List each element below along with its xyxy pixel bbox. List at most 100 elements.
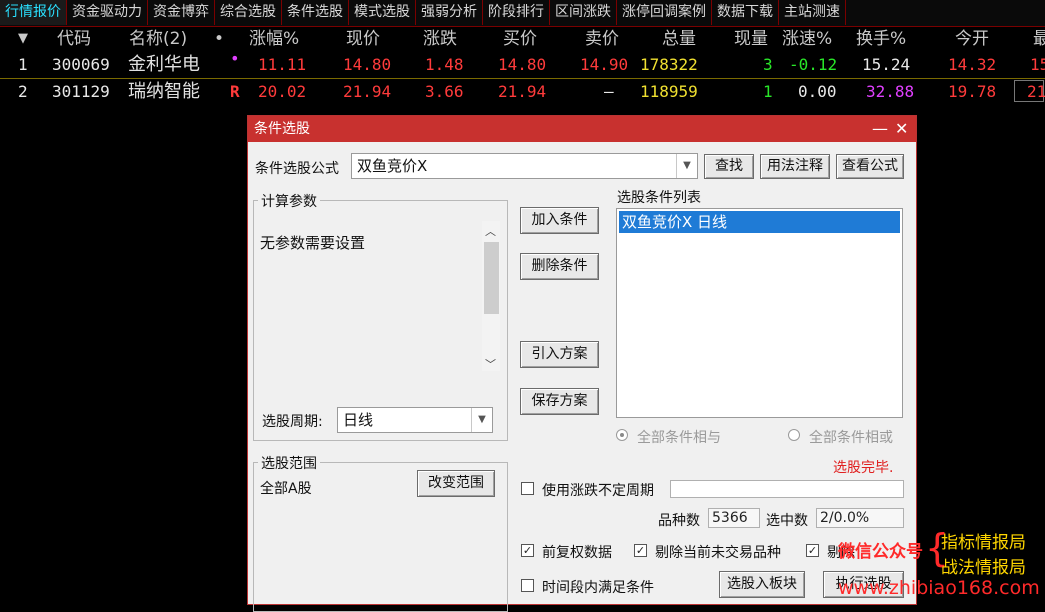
tab-item[interactable]: 强弱分析 bbox=[416, 0, 483, 25]
quote-table-header: ▼ 代码 名称(2) • 涨幅% 现价 涨跌 买价 卖价 总量 现量 涨速% 换… bbox=[0, 27, 1045, 51]
header-code[interactable]: 代码 bbox=[57, 27, 91, 51]
turnover: 15.24 bbox=[862, 55, 911, 74]
header-ask[interactable]: 卖价 bbox=[585, 27, 619, 51]
ask: 14.90 bbox=[580, 55, 629, 74]
watermark-url: www.zhibiao168.com bbox=[838, 577, 1040, 599]
view-formula-button[interactable]: 查看公式 bbox=[836, 154, 904, 179]
current-volume: 3 bbox=[763, 55, 773, 74]
condition-list[interactable]: 双鱼竞价X 日线 bbox=[616, 208, 903, 418]
header-current-volume[interactable]: 现量 bbox=[734, 27, 768, 51]
price: 21.94 bbox=[343, 82, 392, 101]
more: 21 bbox=[1014, 80, 1045, 102]
stock-code: 301129 bbox=[52, 82, 110, 101]
status-text: 选股完毕. bbox=[833, 460, 894, 476]
table-row[interactable]: 1 300069 金利华电 • 11.11 14.80 1.48 14.80 1… bbox=[0, 49, 1045, 79]
tab-item[interactable]: 主站测速 bbox=[779, 0, 846, 25]
add-condition-button[interactable]: 加入条件 bbox=[520, 207, 599, 234]
header-volume[interactable]: 总量 bbox=[662, 27, 696, 51]
formula-label: 条件选股公式 bbox=[255, 161, 339, 177]
table-row[interactable]: 2 301129 瑞纳智能 R 20.02 21.94 3.66 21.94 —… bbox=[0, 79, 1045, 105]
speed: 0.00 bbox=[798, 82, 837, 101]
header-change[interactable]: 涨跌 bbox=[423, 27, 457, 51]
exclude-checkbox[interactable]: ✓ bbox=[634, 544, 647, 557]
chevron-down-icon[interactable]: ▼ bbox=[676, 154, 697, 178]
import-scheme-button[interactable]: 引入方案 bbox=[520, 341, 599, 368]
row-index: 2 bbox=[18, 82, 28, 101]
list-item[interactable]: 双鱼竞价X 日线 bbox=[619, 211, 900, 233]
save-scheme-button[interactable]: 保存方案 bbox=[520, 388, 599, 415]
function-tab-bar: 行情报价 资金驱动力 资金博弈 综合选股 条件选股 模式选股 强弱分析 阶段排行 区间涨跌 涨停回… bbox=[0, 0, 1045, 27]
header-speed[interactable]: 涨速% bbox=[782, 27, 832, 51]
tab-item[interactable]: 阶段排行 bbox=[483, 0, 550, 25]
sort-arrow-icon[interactable]: ▼ bbox=[18, 27, 28, 51]
range-legend: 选股范围 bbox=[258, 453, 320, 473]
dialog-title-bar[interactable]: 条件选股 — ✕ bbox=[248, 116, 916, 142]
fq-checkbox[interactable]: ✓ bbox=[521, 544, 534, 557]
use-period-checkbox[interactable] bbox=[521, 482, 534, 495]
selected-label: 选中数 bbox=[766, 513, 808, 529]
tab-item[interactable]: 资金博弈 bbox=[148, 0, 215, 25]
use-period-label: 使用涨跌不定周期 bbox=[542, 483, 654, 499]
tab-item[interactable]: 资金驱动力 bbox=[67, 0, 148, 25]
watermark-line2: 战法情报局 bbox=[941, 558, 1026, 578]
stock-name: 瑞纳智能 bbox=[128, 81, 200, 102]
tab-item[interactable]: 行情报价 bbox=[0, 0, 67, 25]
flag-dot: • bbox=[230, 49, 240, 68]
header-dot: • bbox=[214, 29, 225, 49]
row-index: 1 bbox=[18, 55, 28, 74]
change-pct: 20.02 bbox=[258, 82, 307, 101]
tab-item[interactable]: 综合选股 bbox=[215, 0, 282, 25]
volume: 118959 bbox=[640, 82, 698, 101]
flag-r: R bbox=[230, 82, 240, 101]
period-value: 日线 bbox=[343, 411, 374, 429]
header-open[interactable]: 今开 bbox=[955, 27, 989, 51]
find-button[interactable]: 查找 bbox=[704, 154, 754, 179]
tab-item[interactable]: 涨停回调案例 bbox=[617, 0, 712, 25]
header-name[interactable]: 名称(2) bbox=[129, 27, 187, 51]
more: 15 bbox=[1030, 55, 1045, 74]
usage-notes-button[interactable]: 用法注释 bbox=[760, 154, 830, 179]
volume: 178322 bbox=[640, 55, 698, 74]
tab-item[interactable]: 模式选股 bbox=[349, 0, 416, 25]
tab-item[interactable]: 区间涨跌 bbox=[550, 0, 617, 25]
header-more[interactable]: 最 bbox=[1033, 27, 1045, 51]
scroll-thumb[interactable] bbox=[484, 242, 499, 314]
change-range-button[interactable]: 改变范围 bbox=[417, 470, 495, 497]
change: 3.66 bbox=[425, 82, 464, 101]
tab-item[interactable]: 数据下载 bbox=[712, 0, 779, 25]
watermark-line1: 指标情报局 bbox=[941, 533, 1026, 553]
formula-select[interactable]: 双鱼竞价X ▼ bbox=[351, 153, 698, 179]
change-pct: 11.11 bbox=[258, 55, 307, 74]
condition-stock-dialog: 条件选股 — ✕ 条件选股公式 双鱼竞价X ▼ 查找 用法注释 查看公式 计算参… bbox=[247, 115, 917, 612]
params-scrollbar[interactable]: ︿ ﹀ bbox=[482, 221, 500, 371]
delete-condition-button[interactable]: 删除条件 bbox=[520, 253, 599, 280]
period-select[interactable]: 日线 ▼ bbox=[337, 407, 493, 433]
third-checkbox[interactable]: ✓ bbox=[806, 544, 819, 557]
turnover: 32.88 bbox=[866, 82, 915, 101]
watermark-wechat: 微信公众号 bbox=[838, 542, 923, 562]
open: 19.78 bbox=[948, 82, 997, 101]
minimize-icon[interactable]: — bbox=[872, 116, 888, 142]
time-checkbox[interactable] bbox=[521, 579, 534, 592]
formula-value: 双鱼竞价X bbox=[357, 157, 428, 175]
condition-list-label: 选股条件列表 bbox=[617, 190, 701, 206]
header-bid[interactable]: 买价 bbox=[503, 27, 537, 51]
speed: -0.12 bbox=[789, 55, 838, 74]
radio-or[interactable] bbox=[788, 429, 800, 441]
radio-and[interactable] bbox=[616, 429, 628, 441]
scroll-up-icon[interactable]: ︿ bbox=[485, 223, 496, 239]
close-icon[interactable]: ✕ bbox=[895, 116, 908, 142]
tab-item[interactable]: 条件选股 bbox=[282, 0, 349, 25]
count-field: 5366 bbox=[708, 508, 760, 528]
dialog-title: 条件选股 bbox=[254, 121, 310, 137]
to-board-button[interactable]: 选股入板块 bbox=[719, 571, 805, 598]
radio-and-label: 全部条件相与 bbox=[637, 430, 721, 446]
header-change-pct[interactable]: 涨幅% bbox=[249, 27, 299, 51]
chevron-down-icon[interactable]: ▼ bbox=[471, 408, 492, 432]
scroll-down-icon[interactable]: ﹀ bbox=[485, 356, 496, 372]
header-price[interactable]: 现价 bbox=[346, 27, 380, 51]
ask: — bbox=[604, 82, 614, 101]
header-turnover[interactable]: 换手% bbox=[856, 27, 906, 51]
bid: 21.94 bbox=[498, 82, 547, 101]
period-input[interactable] bbox=[670, 480, 904, 498]
